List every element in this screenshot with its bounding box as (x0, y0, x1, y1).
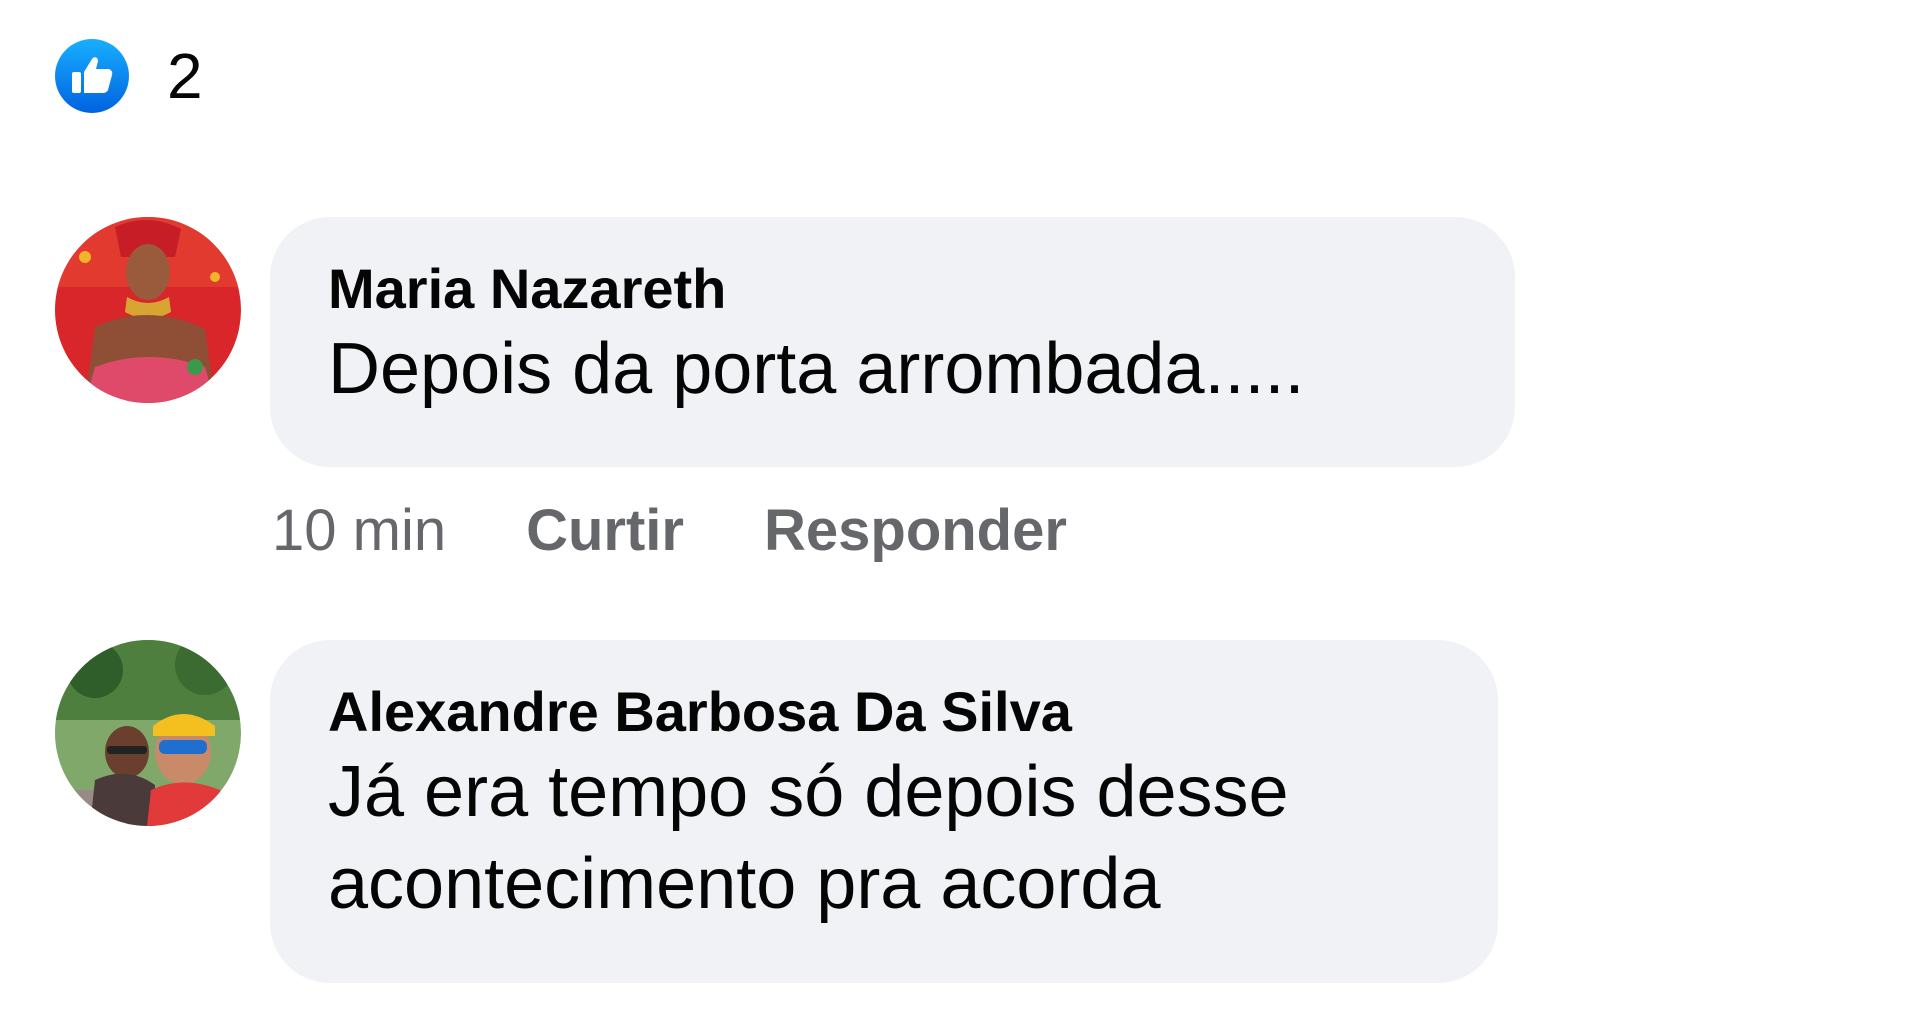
avatar[interactable] (55, 640, 241, 826)
comment-text-line: acontecimento pra acorda (328, 844, 1161, 924)
avatar-image (55, 217, 241, 403)
avatar-image (55, 640, 241, 826)
comment-author[interactable]: Maria Nazareth (328, 257, 1457, 321)
comment-text-line: Já era tempo só depois desse (328, 752, 1289, 832)
comment-actions: 10 min Curtir Responder (272, 496, 1067, 566)
like-icon (55, 39, 129, 113)
comment-author[interactable]: Alexandre Barbosa Da Silva (328, 680, 1440, 744)
comment-timestamp[interactable]: 10 min (272, 496, 446, 566)
avatar[interactable] (55, 217, 241, 403)
reaction-count: 2 (167, 40, 203, 112)
comment-text: Depois da porta arrombada..... (328, 329, 1305, 409)
comment-text: Já era tempo só depois desse acontecimen… (328, 746, 1440, 930)
comments-section: 2 Maria Nazareth Depois da porta arromba… (0, 0, 1920, 1011)
like-comment-button[interactable]: Curtir (526, 496, 684, 566)
reply-button[interactable]: Responder (764, 496, 1067, 566)
comment-bubble: Maria Nazareth Depois da porta arrombada… (270, 217, 1515, 467)
comment-bubble: Alexandre Barbosa Da Silva Já era tempo … (270, 640, 1498, 983)
reactions-summary[interactable]: 2 (55, 39, 203, 113)
